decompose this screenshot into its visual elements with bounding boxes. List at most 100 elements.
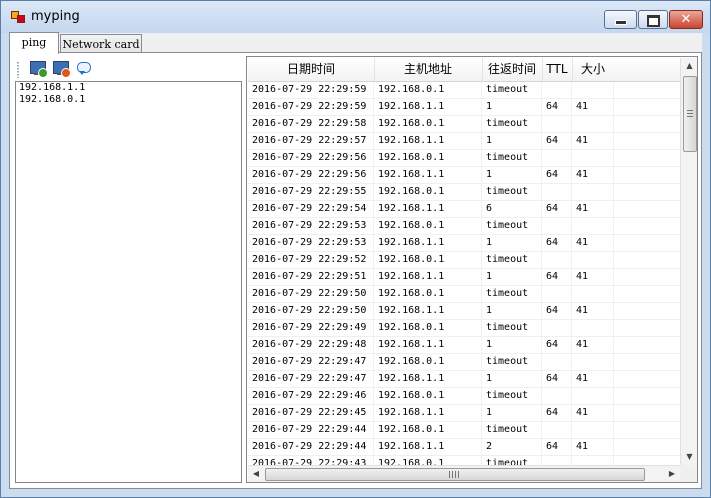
rtt-cell: timeout [482,422,542,438]
rtt-cell: 1 [482,235,542,251]
size-cell: 41 [572,371,614,387]
host-cell: 192.168.1.1 [374,405,482,421]
table-row[interactable]: 2016-07-29 22:29:54 192.168.1.1 6 64 41 [248,201,680,218]
scroll-left-icon[interactable]: ◀ [248,466,264,482]
rtt-cell: 6 [482,201,542,217]
host-cell: 192.168.0.1 [374,252,482,268]
ttl-cell: 64 [542,269,572,285]
toolbar-grip[interactable] [17,62,19,78]
table-row[interactable]: 2016-07-29 22:29:44 192.168.0.1 timeout [248,422,680,439]
close-button[interactable]: ✕ [669,10,703,29]
table-row[interactable]: 2016-07-29 22:29:48 192.168.1.1 1 64 41 [248,337,680,354]
datetime-cell: 2016-07-29 22:29:53 [248,235,374,251]
rtt-cell: 1 [482,303,542,319]
host-cell: 192.168.0.1 [374,116,482,132]
table-row[interactable]: 2016-07-29 22:29:58 192.168.0.1 timeout [248,116,680,133]
scroll-up-icon[interactable]: ▲ [681,58,697,74]
table-row[interactable]: 2016-07-29 22:29:50 192.168.1.1 1 64 41 [248,303,680,320]
table-row[interactable]: 2016-07-29 22:29:53 192.168.1.1 1 64 41 [248,235,680,252]
message-button[interactable] [75,60,93,78]
datetime-cell: 2016-07-29 22:29:45 [248,405,374,421]
host-cell: 192.168.1.1 [374,235,482,251]
table-row[interactable]: 2016-07-29 22:29:56 192.168.1.1 1 64 41 [248,167,680,184]
ttl-cell: 64 [542,201,572,217]
horizontal-scrollbar[interactable]: ◀ ▶ [248,465,680,482]
datetime-cell: 2016-07-29 22:29:49 [248,320,374,336]
size-cell [572,184,614,200]
column-header-ttl[interactable]: TTL [542,58,573,81]
host-cell: 192.168.1.1 [374,201,482,217]
column-header-rtt[interactable]: 往返时间 [482,58,543,81]
table-row[interactable]: 2016-07-29 22:29:53 192.168.0.1 timeout [248,218,680,235]
rtt-cell: 1 [482,337,542,353]
datetime-cell: 2016-07-29 22:29:58 [248,116,374,132]
size-cell: 41 [572,405,614,421]
datetime-cell: 2016-07-29 22:29:52 [248,252,374,268]
column-header-host[interactable]: 主机地址 [374,58,483,81]
maximize-button[interactable] [638,10,668,29]
table-row[interactable]: 2016-07-29 22:29:50 192.168.0.1 timeout [248,286,680,303]
size-cell: 41 [572,235,614,251]
table-row[interactable]: 2016-07-29 22:29:45 192.168.1.1 1 64 41 [248,405,680,422]
horizontal-scroll-thumb[interactable] [265,468,645,481]
column-header-size[interactable]: 大小 [572,58,614,81]
vertical-scrollbar[interactable]: ▲ ▼ [680,58,697,465]
size-cell [572,218,614,234]
size-cell: 41 [572,99,614,115]
column-header-datetime[interactable]: 日期时间 [248,58,375,81]
datetime-cell: 2016-07-29 22:29:56 [248,167,374,183]
scroll-right-icon[interactable]: ▶ [664,466,680,482]
rtt-cell: timeout [482,286,542,302]
host-cell: 192.168.1.1 [374,439,482,455]
table-row[interactable]: 2016-07-29 22:29:49 192.168.0.1 timeout [248,320,680,337]
table-row[interactable]: 2016-07-29 22:29:52 192.168.0.1 timeout [248,252,680,269]
host-cell: 192.168.1.1 [374,371,482,387]
table-row[interactable]: 2016-07-29 22:29:46 192.168.0.1 timeout [248,388,680,405]
remove-host-button[interactable] [52,60,71,78]
datetime-cell: 2016-07-29 22:29:51 [248,269,374,285]
host-cell: 192.168.1.1 [374,269,482,285]
minus-badge-icon [61,68,71,78]
list-item[interactable]: 192.168.1.1 [16,82,241,94]
rtt-cell: timeout [482,150,542,166]
table-row[interactable]: 2016-07-29 22:29:57 192.168.1.1 1 64 41 [248,133,680,150]
ping-results-grid[interactable]: 日期时间 主机地址 往返时间 TTL 大小 2016-07-29 22:29:5… [246,56,698,483]
host-list[interactable]: 192.168.1.1 192.168.0.1 [15,81,242,483]
size-cell [572,252,614,268]
table-row[interactable]: 2016-07-29 22:29:47 192.168.0.1 timeout [248,354,680,371]
datetime-cell: 2016-07-29 22:29:55 [248,184,374,200]
list-item[interactable]: 192.168.0.1 [16,94,241,106]
ttl-cell: 64 [542,303,572,319]
table-row[interactable]: 2016-07-29 22:29:47 192.168.1.1 1 64 41 [248,371,680,388]
add-host-button[interactable] [29,60,48,78]
size-cell [572,388,614,404]
minimize-button[interactable] [604,10,637,29]
rtt-cell: 1 [482,269,542,285]
table-row[interactable]: 2016-07-29 22:29:55 192.168.0.1 timeout [248,184,680,201]
minimize-icon [615,20,627,25]
table-row[interactable]: 2016-07-29 22:29:44 192.168.1.1 2 64 41 [248,439,680,456]
tab-ping[interactable]: ping [9,32,59,54]
ttl-cell [542,320,572,336]
client-area: ping Network card 192.168.1.1 192.168.0.… [9,32,702,489]
rtt-cell: 1 [482,371,542,387]
ttl-cell [542,82,572,98]
tab-network-card[interactable]: Network card [60,34,142,54]
table-row[interactable]: 2016-07-29 22:29:51 192.168.1.1 1 64 41 [248,269,680,286]
datetime-cell: 2016-07-29 22:29:44 [248,422,374,438]
table-row[interactable]: 2016-07-29 22:29:59 192.168.0.1 timeout [248,82,680,99]
datetime-cell: 2016-07-29 22:29:53 [248,218,374,234]
table-row[interactable]: 2016-07-29 22:29:56 192.168.0.1 timeout [248,150,680,167]
scroll-down-icon[interactable]: ▼ [681,449,697,465]
datetime-cell: 2016-07-29 22:29:57 [248,133,374,149]
host-cell: 192.168.1.1 [374,303,482,319]
size-cell [572,150,614,166]
table-row[interactable]: 2016-07-29 22:29:59 192.168.1.1 1 64 41 [248,99,680,116]
vertical-scroll-thumb[interactable] [683,76,697,152]
host-cell: 192.168.0.1 [374,184,482,200]
ttl-cell: 64 [542,371,572,387]
ttl-cell: 64 [542,235,572,251]
ttl-cell: 64 [542,439,572,455]
title-bar[interactable]: myping ✕ [1,1,710,33]
datetime-cell: 2016-07-29 22:29:50 [248,303,374,319]
